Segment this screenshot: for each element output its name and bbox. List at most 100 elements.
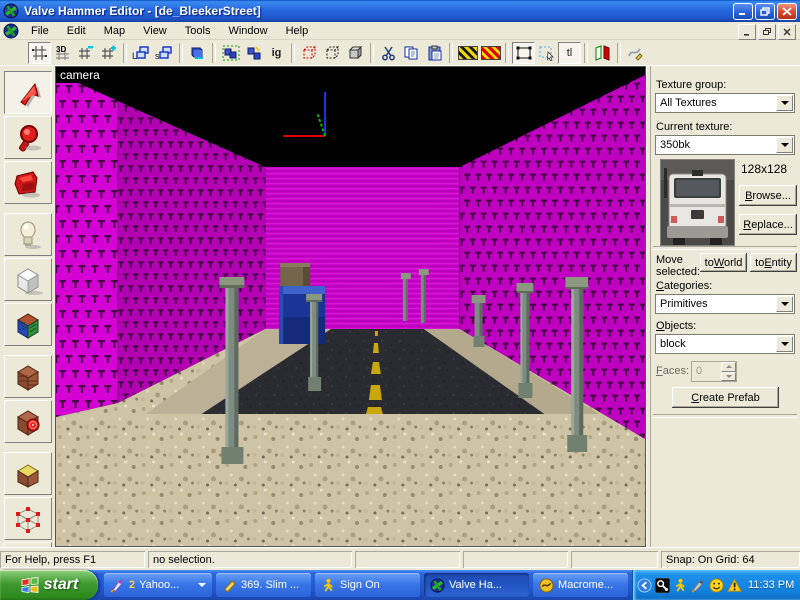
apply-texture-tool-button[interactable] (4, 355, 52, 398)
hammer-globe-icon (430, 578, 445, 593)
ignore-groups-button[interactable]: ig (265, 42, 288, 64)
show-hidden-button[interactable] (344, 42, 367, 64)
larger-grid-button[interactable] (97, 42, 120, 64)
camera-label-text: camera (60, 68, 100, 82)
spinner-up-icon[interactable] (721, 362, 736, 372)
replace-button[interactable]: Replace... (739, 214, 797, 235)
vertex-tool-button[interactable] (4, 497, 52, 540)
mdi-close-button[interactable] (778, 24, 796, 40)
minimize-button[interactable] (733, 3, 753, 20)
tool-palette (0, 66, 55, 547)
taskbar-task-macromedia[interactable]: Macrome... (533, 573, 628, 597)
ungroup-button[interactable] (242, 42, 265, 64)
chevron-down-icon[interactable] (776, 296, 793, 312)
main-toolbar: 3D L s ig (0, 40, 800, 66)
rocket-tray-icon[interactable] (691, 578, 706, 593)
start-button[interactable]: start (0, 570, 98, 600)
camera-tool-button[interactable] (4, 161, 52, 204)
objects-value: block (656, 338, 775, 350)
start-label: start (44, 576, 79, 594)
tray-collapse-chevron-icon[interactable] (637, 578, 652, 593)
select-box-mode-button[interactable] (512, 42, 535, 64)
ignore-groups-glyph: ig (272, 47, 282, 59)
chevron-down-icon[interactable] (198, 583, 206, 587)
menu-map[interactable]: Map (95, 23, 134, 39)
cordon-toggle-button[interactable] (479, 42, 502, 64)
select-touching-button[interactable] (535, 42, 558, 64)
window-title: Valve Hammer Editor - [de_BleekerStreet] (24, 4, 261, 18)
taskbar-task-sign-on[interactable]: Sign On (315, 573, 420, 597)
menu-help[interactable]: Help (277, 23, 318, 39)
flip-objects-button[interactable] (591, 42, 614, 64)
menu-view[interactable]: View (134, 23, 176, 39)
status-coordinates (355, 551, 460, 568)
texture-application-tool-button[interactable] (4, 303, 52, 346)
toolbar-separator (584, 43, 588, 63)
steam-icon[interactable] (655, 578, 670, 593)
objects-combobox[interactable]: block (655, 334, 795, 354)
toolbar-separator (212, 43, 216, 63)
texture-group-combobox[interactable]: All Textures (655, 93, 795, 113)
mdi-restore-button[interactable] (758, 24, 776, 40)
block-tool-button[interactable] (4, 258, 52, 301)
aim-tray-icon[interactable] (673, 578, 688, 593)
menu-file[interactable]: File (22, 23, 58, 39)
categories-combobox[interactable]: Primitives (655, 294, 795, 314)
warning-tray-icon[interactable] (727, 578, 742, 593)
spinner-down-icon[interactable] (721, 372, 736, 382)
current-texture-combobox[interactable]: 350bk (655, 135, 795, 155)
toolbar-separator (617, 43, 621, 63)
task-count: 2 (129, 579, 135, 591)
chevron-down-icon[interactable] (776, 95, 793, 111)
run-map-button[interactable] (624, 42, 647, 64)
3d-viewport[interactable]: camera (55, 66, 646, 547)
close-button[interactable] (777, 3, 797, 20)
taskbar-task-yahoo[interactable]: 2 Yahoo... (104, 573, 212, 597)
system-tray: 11:33 PM (632, 570, 800, 600)
to-entity-button[interactable]: toEntity (750, 253, 797, 272)
magnify-tool-button[interactable] (4, 116, 52, 159)
menu-tools[interactable]: Tools (176, 23, 220, 39)
camera-view-label[interactable]: camera (56, 67, 118, 83)
chevron-down-icon[interactable] (776, 336, 793, 352)
toggle-grid-button[interactable] (28, 42, 51, 64)
smiley-tray-icon[interactable] (709, 578, 724, 593)
task-label: Macrome... (558, 579, 613, 591)
chevron-down-icon[interactable] (776, 137, 793, 153)
mdi-document-icon[interactable] (3, 23, 19, 39)
menu-window[interactable]: Window (219, 23, 276, 39)
group-button[interactable] (219, 42, 242, 64)
entity-tool-button[interactable] (4, 213, 52, 256)
taskbar-task-369-slim[interactable]: 369. Slim ... (216, 573, 311, 597)
status-zoom (571, 551, 658, 568)
hide-selected-button[interactable] (298, 42, 321, 64)
browse-button[interactable]: Browse... (739, 185, 797, 206)
windows-flag-icon (20, 575, 40, 595)
faces-spinner[interactable]: 0 (691, 361, 737, 382)
taskbar-task-valve-hammer[interactable]: Valve Ha... (424, 573, 529, 597)
paste-button[interactable] (423, 42, 446, 64)
selection-tool-button[interactable] (4, 71, 52, 114)
carve-button[interactable] (186, 42, 209, 64)
create-prefab-button[interactable]: Create Prefab (672, 387, 779, 408)
toolbar-separator (179, 43, 183, 63)
clipping-tool-button[interactable] (4, 452, 52, 495)
hide-unselected-button[interactable] (321, 42, 344, 64)
taskbar-clock[interactable]: 11:33 PM (748, 579, 794, 591)
apply-decals-tool-button[interactable] (4, 400, 52, 443)
cut-button[interactable] (377, 42, 400, 64)
menu-edit[interactable]: Edit (58, 23, 95, 39)
restore-button[interactable] (755, 3, 775, 20)
task-label: Valve Ha... (449, 579, 502, 591)
to-world-button[interactable]: toWorld (700, 253, 747, 272)
toolbar-separator (123, 43, 127, 63)
smaller-grid-button[interactable] (74, 42, 97, 64)
mdi-minimize-button[interactable] (738, 24, 756, 40)
texture-lock-button[interactable]: tl (558, 42, 581, 64)
cordon-edit-button[interactable] (456, 42, 479, 64)
toggle-3d-grid-button[interactable]: 3D (51, 42, 74, 64)
toolbar-separator (505, 43, 509, 63)
load-window-state-button[interactable]: L (130, 42, 153, 64)
copy-button[interactable] (400, 42, 423, 64)
save-window-state-button[interactable]: s (153, 42, 176, 64)
